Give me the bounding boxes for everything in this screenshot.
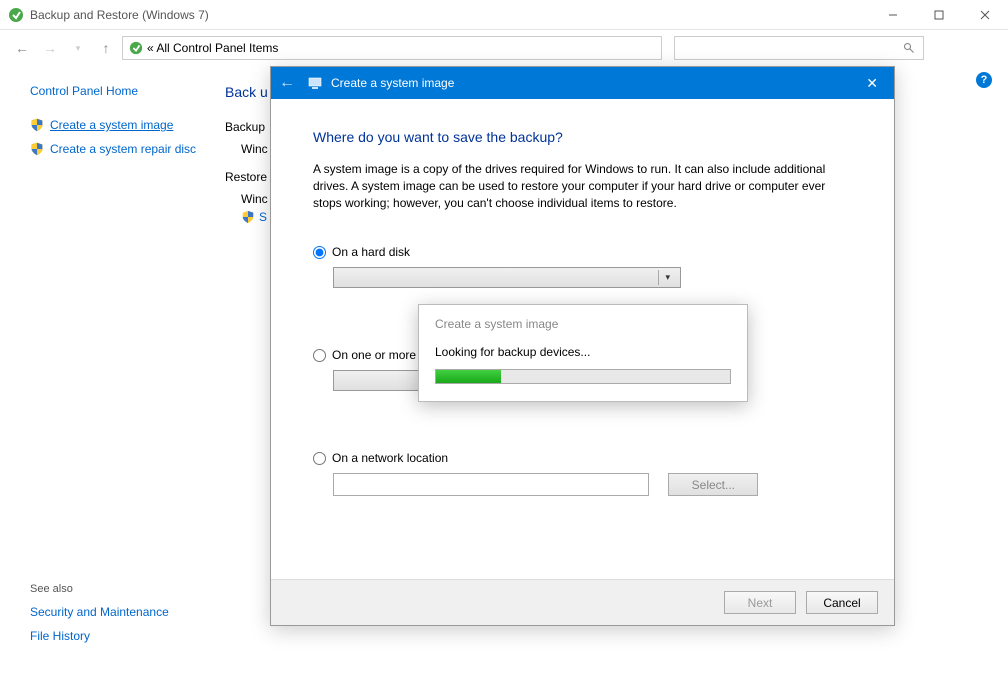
see-also-header: See also — [30, 583, 169, 595]
looking-for-devices-dialog: Create a system image Looking for backup… — [418, 304, 748, 402]
backup-section-header: Backup — [225, 120, 268, 134]
shield-icon — [241, 210, 255, 224]
wizard-description: A system image is a copy of the drives r… — [313, 161, 852, 211]
progress-fill — [436, 370, 501, 383]
option-label: On a hard disk — [332, 245, 410, 259]
radio-dvd[interactable] — [313, 349, 326, 362]
radio-network[interactable] — [313, 452, 326, 465]
wizard-titlebar: ← Create a system image ✕ — [271, 67, 894, 99]
sidebar-item-create-system-image[interactable]: Create a system image — [30, 118, 205, 132]
maximize-button[interactable] — [916, 0, 962, 30]
see-also-section: See also Security and Maintenance File H… — [30, 583, 169, 653]
back-button[interactable]: ← — [10, 36, 34, 60]
backup-restore-icon — [8, 7, 24, 23]
wizard-back-button[interactable]: ← — [279, 74, 295, 92]
wizard-title: Create a system image — [331, 76, 858, 90]
main-content: Back u Backup Winc Restore Winc S — [205, 66, 268, 673]
recent-dropdown[interactable]: ▾ — [66, 36, 90, 60]
next-button[interactable]: Next — [724, 591, 796, 614]
shield-icon — [30, 142, 44, 156]
titlebar: Backup and Restore (Windows 7) — [0, 0, 1008, 30]
control-panel-home-link[interactable]: Control Panel Home — [30, 84, 205, 98]
sidebar-item-label: Create a system image — [50, 118, 173, 132]
address-bar[interactable]: « All Control Panel Items — [122, 36, 662, 60]
option-label: On one or more D — [332, 348, 428, 362]
see-also-security-maintenance[interactable]: Security and Maintenance — [30, 605, 169, 619]
shield-icon — [30, 118, 44, 132]
see-also-file-history[interactable]: File History — [30, 629, 169, 643]
search-icon — [903, 42, 915, 54]
option-network[interactable]: On a network location — [313, 451, 852, 465]
sidebar: Control Panel Home Create a system image… — [0, 66, 205, 673]
restore-link-partial[interactable]: S — [241, 210, 268, 224]
popup-message: Looking for backup devices... — [435, 345, 731, 359]
backup-status: Winc — [241, 142, 268, 156]
breadcrumb[interactable]: « All Control Panel Items — [147, 41, 278, 55]
sidebar-item-create-repair-disc[interactable]: Create a system repair disc — [30, 142, 205, 156]
sidebar-item-label: Create a system repair disc — [50, 142, 196, 156]
system-image-icon — [307, 75, 323, 91]
close-button[interactable] — [962, 0, 1008, 30]
select-button[interactable]: Select... — [668, 473, 758, 496]
cancel-button[interactable]: Cancel — [806, 591, 878, 614]
wizard-footer: Next Cancel — [271, 579, 894, 625]
wizard-heading: Where do you want to save the backup? — [313, 129, 852, 145]
page-heading: Back u — [225, 84, 268, 100]
restore-section-header: Restore — [225, 170, 268, 184]
backup-restore-icon — [129, 41, 143, 55]
radio-hard-disk[interactable] — [313, 246, 326, 259]
option-label: On a network location — [332, 451, 448, 465]
network-location-input[interactable] — [333, 473, 649, 496]
window-controls — [870, 0, 1008, 30]
chevron-down-icon: ▾ — [658, 270, 676, 285]
up-button[interactable]: ↑ — [94, 36, 118, 60]
wizard-close-button[interactable]: ✕ — [858, 75, 886, 92]
search-input[interactable] — [674, 36, 924, 60]
minimize-button[interactable] — [870, 0, 916, 30]
nav-row: ← → ▾ ↑ « All Control Panel Items — [0, 30, 1008, 66]
progress-bar — [435, 369, 731, 384]
window-title: Backup and Restore (Windows 7) — [30, 8, 209, 22]
option-hard-disk[interactable]: On a hard disk — [313, 245, 852, 259]
forward-button[interactable]: → — [38, 36, 62, 60]
restore-status: Winc — [241, 192, 268, 206]
popup-title: Create a system image — [435, 317, 731, 331]
hard-disk-combo[interactable]: ▾ — [333, 267, 681, 288]
